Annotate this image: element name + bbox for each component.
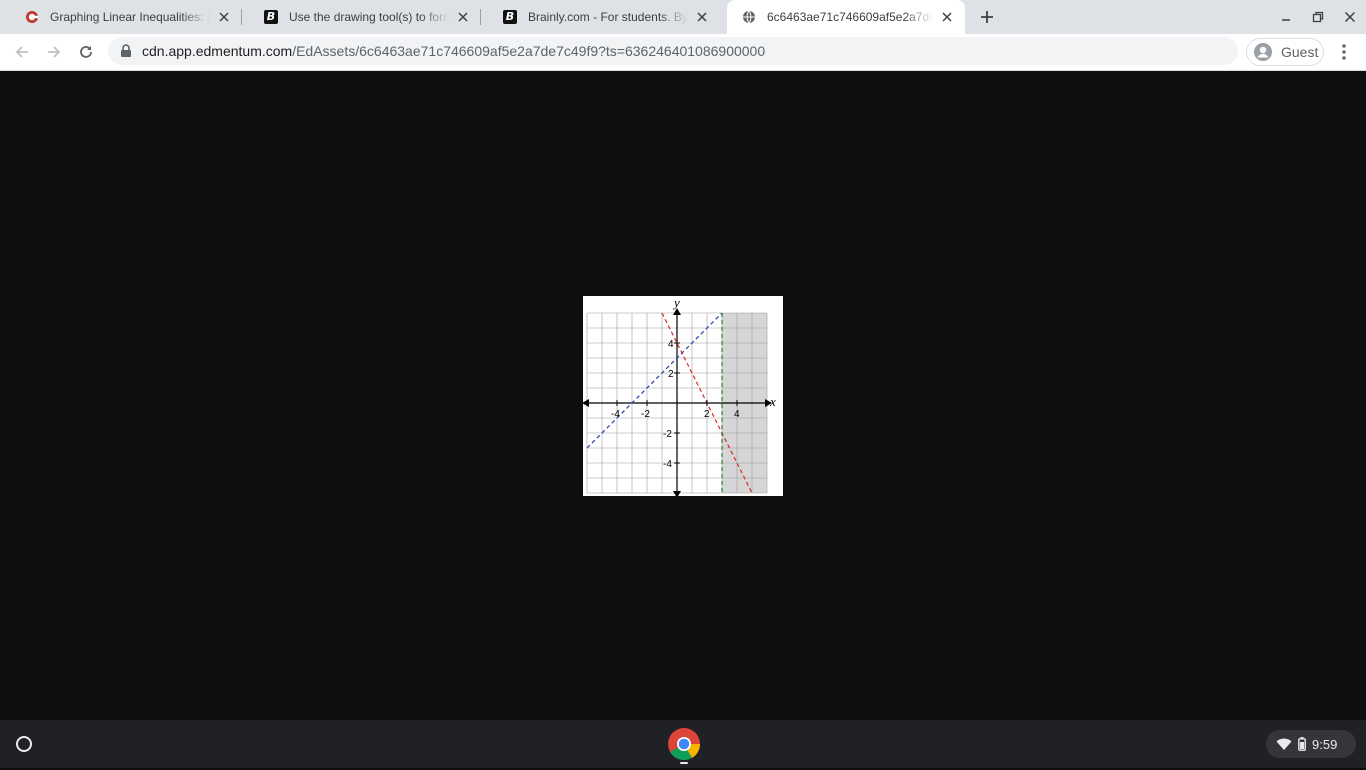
wifi-icon — [1276, 738, 1292, 751]
brainly-icon: B — [502, 9, 518, 25]
more-menu-icon[interactable] — [1334, 40, 1354, 64]
reload-icon[interactable] — [74, 40, 98, 64]
tab-strip: Graphing Linear Inequalities: Ma B Use t… — [0, 0, 1366, 34]
tab-graphing-linear-inequalities[interactable]: Graphing Linear Inequalities: Ma — [10, 0, 242, 34]
tab-use-the-drawing-tool[interactable]: B Use the drawing tool(s) to form t — [249, 0, 481, 34]
tab-divider — [480, 9, 481, 25]
y-axis-arrow-down — [673, 491, 681, 498]
coordinate-plane: -4 -2 2 4 4 2 -2 -4 x y — [582, 295, 776, 498]
tab-divider — [241, 9, 242, 25]
browser-toolbar: cdn.app.edmentum.com/EdAssets/6c6463ae71… — [0, 34, 1366, 71]
x-axis-arrow-left — [582, 399, 589, 407]
globe-icon — [741, 9, 757, 25]
tab-title: Use the drawing tool(s) to form t — [289, 10, 449, 24]
brainly-icon: B — [263, 9, 279, 25]
clock-time: 9:59 — [1312, 736, 1338, 752]
x-tick-label: -2 — [641, 409, 650, 420]
back-icon[interactable] — [10, 40, 34, 64]
y-tick-label: 4 — [668, 339, 674, 350]
url-host: cdn.app.edmentum.com — [142, 43, 293, 59]
minimize-icon[interactable] — [1276, 7, 1296, 27]
close-tab-icon[interactable] — [216, 9, 232, 25]
edmentum-icon — [24, 9, 40, 25]
y-tick-label: -4 — [663, 459, 672, 470]
close-tab-icon[interactable] — [455, 9, 471, 25]
launcher-icon[interactable] — [10, 730, 38, 758]
os-shelf: 9:59 — [0, 720, 1366, 768]
forward-icon[interactable] — [42, 40, 66, 64]
new-tab-icon[interactable] — [976, 6, 998, 28]
tab-edasset-active[interactable]: 6c6463ae71c746609af5e2a7de7 — [727, 0, 965, 34]
url-text[interactable]: cdn.app.edmentum.com/EdAssets/6c6463ae71… — [142, 43, 765, 59]
avatar-icon — [1253, 42, 1273, 62]
profile-button[interactable]: Guest — [1246, 38, 1324, 66]
lock-icon[interactable] — [120, 44, 132, 58]
chrome-icon[interactable] — [667, 727, 701, 764]
close-tab-icon[interactable] — [939, 9, 955, 25]
y-tick-label: -2 — [663, 429, 672, 440]
tab-title: Brainly.com - For students. By st — [528, 10, 688, 24]
restore-icon[interactable] — [1308, 7, 1328, 27]
x-tick-label: 4 — [734, 409, 740, 420]
close-window-icon[interactable] — [1340, 7, 1360, 27]
status-tray[interactable]: 9:59 — [1266, 730, 1356, 758]
battery-icon — [1298, 737, 1306, 751]
y-tick-label: 2 — [668, 369, 674, 380]
address-bar[interactable]: cdn.app.edmentum.com/EdAssets/6c6463ae71… — [108, 37, 1238, 65]
tab-title: Graphing Linear Inequalities: Ma — [50, 10, 210, 24]
tab-brainly[interactable]: B Brainly.com - For students. By st — [488, 0, 720, 34]
x-tick-label: -4 — [611, 409, 620, 420]
x-tick-label: 2 — [704, 409, 710, 420]
x-axis-label: x — [769, 394, 776, 409]
page-viewport: -4 -2 2 4 4 2 -2 -4 x y — [0, 71, 1366, 720]
inequality-graph-image: -4 -2 2 4 4 2 -2 -4 x y — [582, 295, 783, 498]
y-axis-label: y — [672, 296, 680, 310]
profile-label: Guest — [1281, 44, 1319, 60]
tab-title: 6c6463ae71c746609af5e2a7de7 — [767, 10, 933, 24]
boundary-line-1 — [586, 312, 723, 449]
url-path: /EdAssets/6c6463ae71c746609af5e2a7de7c49… — [292, 43, 766, 59]
close-tab-icon[interactable] — [694, 9, 710, 25]
